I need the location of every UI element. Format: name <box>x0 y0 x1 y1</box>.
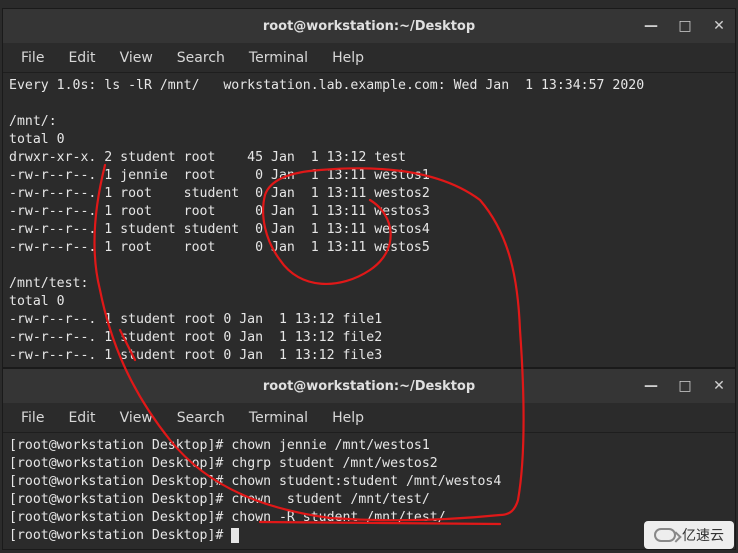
menu-help[interactable]: Help <box>322 406 374 430</box>
menubar: File Edit View Search Terminal Help <box>3 403 735 433</box>
menu-edit[interactable]: Edit <box>58 406 105 430</box>
menu-search[interactable]: Search <box>167 46 235 70</box>
window-title: root@workstation:~/Desktop <box>263 379 475 394</box>
menu-terminal[interactable]: Terminal <box>239 406 318 430</box>
menu-file[interactable]: File <box>11 46 54 70</box>
menu-terminal[interactable]: Terminal <box>239 46 318 70</box>
cloud-icon <box>654 528 676 542</box>
window-controls: — □ ✕ <box>641 376 729 396</box>
menu-file[interactable]: File <box>11 406 54 430</box>
maximize-button[interactable]: □ <box>675 376 695 396</box>
watermark: 亿速云 <box>644 521 734 549</box>
minimize-button[interactable]: — <box>641 16 661 36</box>
terminal-output[interactable]: [root@workstation Desktop]# chown jennie… <box>3 433 735 549</box>
titlebar[interactable]: root@workstation:~/Desktop — □ ✕ <box>3 369 735 403</box>
close-button[interactable]: ✕ <box>709 376 729 396</box>
menu-edit[interactable]: Edit <box>58 46 105 70</box>
terminal-output[interactable]: Every 1.0s: ls -lR /mnt/ workstation.lab… <box>3 73 735 367</box>
titlebar[interactable]: root@workstation:~/Desktop — □ ✕ <box>3 9 735 43</box>
menubar: File Edit View Search Terminal Help <box>3 43 735 73</box>
terminal-window-2: root@workstation:~/Desktop — □ ✕ File Ed… <box>2 368 736 550</box>
window-controls: — □ ✕ <box>641 16 729 36</box>
menu-help[interactable]: Help <box>322 46 374 70</box>
terminal-window-1: root@workstation:~/Desktop — □ ✕ File Ed… <box>2 8 736 368</box>
minimize-button[interactable]: — <box>641 376 661 396</box>
maximize-button[interactable]: □ <box>675 16 695 36</box>
menu-view[interactable]: View <box>110 406 163 430</box>
watermark-text: 亿速云 <box>682 525 724 545</box>
window-title: root@workstation:~/Desktop <box>263 19 475 34</box>
menu-view[interactable]: View <box>110 46 163 70</box>
close-button[interactable]: ✕ <box>709 16 729 36</box>
menu-search[interactable]: Search <box>167 406 235 430</box>
